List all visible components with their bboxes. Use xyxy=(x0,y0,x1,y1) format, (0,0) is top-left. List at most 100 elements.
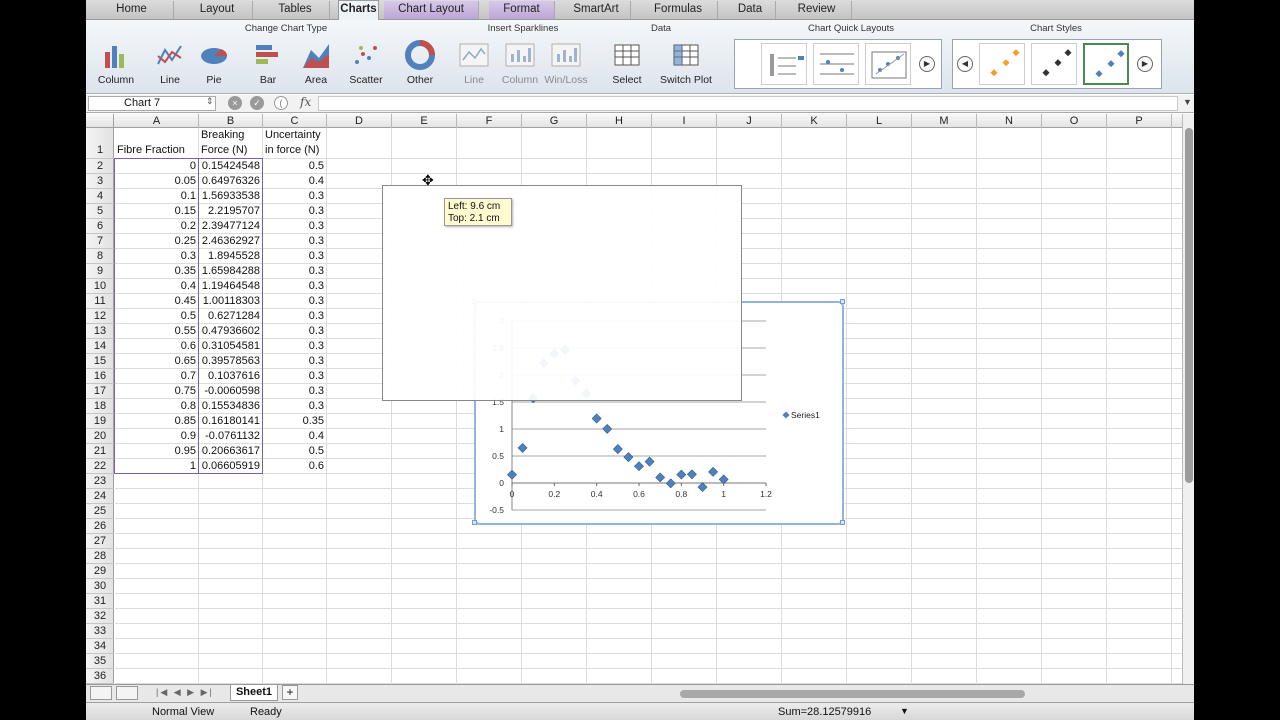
row-header-31[interactable]: 31 xyxy=(86,594,114,609)
row-header-9[interactable]: 9 xyxy=(86,264,114,279)
row-header-29[interactable]: 29 xyxy=(86,564,114,579)
row-header-20[interactable]: 20 xyxy=(86,429,114,444)
tab-chart-layout[interactable]: Chart Layout xyxy=(384,1,479,19)
tab-formulas[interactable]: Formulas xyxy=(639,1,718,19)
chart-styles-gallery[interactable]: ◀ ▶ xyxy=(952,39,1162,89)
row-header-34[interactable]: 34 xyxy=(86,639,114,654)
row-header-22[interactable]: 22 xyxy=(86,459,114,474)
row-header-1[interactable]: 1 xyxy=(86,128,114,159)
column-header-C[interactable]: C xyxy=(263,114,327,128)
tab-tables[interactable]: Tables xyxy=(261,1,330,19)
enter-icon[interactable]: ✓ xyxy=(250,96,264,110)
column-header-E[interactable]: E xyxy=(392,114,457,128)
chart-resize-handle[interactable] xyxy=(840,520,845,525)
name-box[interactable]: Chart 7 xyxy=(88,96,216,111)
row-header-13[interactable]: 13 xyxy=(86,324,114,339)
quick-layout-2[interactable] xyxy=(813,43,859,85)
row-header-8[interactable]: 8 xyxy=(86,249,114,264)
row-header-11[interactable]: 11 xyxy=(86,294,114,309)
column-header-H[interactable]: H xyxy=(587,114,652,128)
select-all-corner[interactable] xyxy=(86,114,114,128)
row-header-26[interactable]: 26 xyxy=(86,519,114,534)
row-header-10[interactable]: 10 xyxy=(86,279,114,294)
chart-type-area-button[interactable]: Area xyxy=(292,40,340,86)
chart-resize-handle[interactable] xyxy=(840,299,845,304)
vertical-scrollbar[interactable] xyxy=(1182,114,1194,684)
row-header-15[interactable]: 15 xyxy=(86,354,114,369)
tab-layout[interactable]: Layout xyxy=(182,1,253,19)
normal-view-icon[interactable] xyxy=(90,686,112,700)
select-button[interactable]: Select xyxy=(604,40,650,86)
function-wizard-icon[interactable]: ( xyxy=(274,96,288,110)
row-header-30[interactable]: 30 xyxy=(86,579,114,594)
add-sheet-button[interactable]: + xyxy=(282,685,298,700)
row-header-23[interactable]: 23 xyxy=(86,474,114,489)
tab-data[interactable]: Data xyxy=(725,1,776,19)
sheet-tab[interactable]: Sheet1 xyxy=(230,685,278,701)
row-header-5[interactable]: 5 xyxy=(86,204,114,219)
row-header-4[interactable]: 4 xyxy=(86,189,114,204)
chart-style-2[interactable] xyxy=(1031,43,1077,85)
chart-type-line-button[interactable]: Line xyxy=(146,40,194,86)
column-header-L[interactable]: L xyxy=(847,114,912,128)
cancel-icon[interactable]: × xyxy=(228,96,242,110)
formula-expand-icon[interactable]: ▼ xyxy=(1183,97,1192,107)
chart-type-scatter-button[interactable]: Scatter xyxy=(342,40,390,86)
row-header-2[interactable]: 2 xyxy=(86,159,114,174)
row-header-12[interactable]: 12 xyxy=(86,309,114,324)
chart-style-3[interactable] xyxy=(1083,43,1129,85)
column-header-D[interactable]: D xyxy=(327,114,392,128)
row-header-24[interactable]: 24 xyxy=(86,489,114,504)
chart-type-bar-button[interactable]: Bar xyxy=(244,40,292,86)
column-header-N[interactable]: N xyxy=(977,114,1042,128)
row-header-36[interactable]: 36 xyxy=(86,669,114,684)
row-header-32[interactable]: 32 xyxy=(86,609,114,624)
chart-type-other-button[interactable]: Other xyxy=(396,40,444,86)
column-header-I[interactable]: I xyxy=(652,114,717,128)
row-header-33[interactable]: 33 xyxy=(86,624,114,639)
row-header-35[interactable]: 35 xyxy=(86,654,114,669)
chart-resize-handle[interactable] xyxy=(472,520,477,525)
quick-layouts-gallery[interactable]: ▶ xyxy=(734,39,942,89)
status-sum-dropdown-icon[interactable]: ▼ xyxy=(900,706,909,716)
row-header-17[interactable]: 17 xyxy=(86,384,114,399)
column-header-F[interactable]: F xyxy=(457,114,522,128)
row-header-16[interactable]: 16 xyxy=(86,369,114,384)
quick-layout-3[interactable] xyxy=(865,43,911,85)
chart-style-1[interactable] xyxy=(979,43,1025,85)
row-header-3[interactable]: 3 xyxy=(86,174,114,189)
name-box-dropdown-icon[interactable]: ⇕ xyxy=(206,96,214,107)
column-header-A[interactable]: A xyxy=(115,114,199,128)
column-header-M[interactable]: M xyxy=(912,114,977,128)
tab-review[interactable]: Review xyxy=(782,1,852,19)
tab-charts[interactable]: Charts xyxy=(338,0,379,20)
column-header-O[interactable]: O xyxy=(1042,114,1107,128)
column-header-J[interactable]: J xyxy=(717,114,782,128)
status-sum[interactable]: Sum=28.12579916 xyxy=(778,706,871,718)
row-header-21[interactable]: 21 xyxy=(86,444,114,459)
row-header-14[interactable]: 14 xyxy=(86,339,114,354)
sparkline-win-loss-button[interactable]: Win/Loss xyxy=(542,40,590,86)
column-header-K[interactable]: K xyxy=(782,114,847,128)
sheet-nav-icon[interactable]: |◀ ◀ ▶ ▶| xyxy=(156,687,214,698)
page-layout-view-icon[interactable] xyxy=(116,686,138,700)
tab-home[interactable]: Home xyxy=(90,1,174,19)
horizontal-scroll-thumb[interactable] xyxy=(680,690,1025,698)
sparkline-line-button[interactable]: Line xyxy=(450,40,498,86)
quick-layouts-next-icon[interactable]: ▶ xyxy=(919,56,935,72)
chart-type-pie-button[interactable]: Pie xyxy=(190,40,238,86)
tab-format[interactable]: Format xyxy=(489,1,555,19)
chart-styles-next-icon[interactable]: ▶ xyxy=(1137,56,1153,72)
vertical-scroll-thumb[interactable] xyxy=(1185,128,1193,483)
quick-layout-1[interactable] xyxy=(761,43,807,85)
sparkline-column-button[interactable]: Column xyxy=(496,40,544,86)
formula-input[interactable] xyxy=(318,96,1178,111)
column-header-B[interactable]: B xyxy=(199,114,263,128)
tab-smartart[interactable]: SmartArt xyxy=(562,1,631,19)
column-header-P[interactable]: P xyxy=(1107,114,1172,128)
row-header-7[interactable]: 7 xyxy=(86,234,114,249)
row-header-27[interactable]: 27 xyxy=(86,534,114,549)
row-header-19[interactable]: 19 xyxy=(86,414,114,429)
switch-plot-button[interactable]: Switch Plot xyxy=(654,40,718,86)
row-header-28[interactable]: 28 xyxy=(86,549,114,564)
